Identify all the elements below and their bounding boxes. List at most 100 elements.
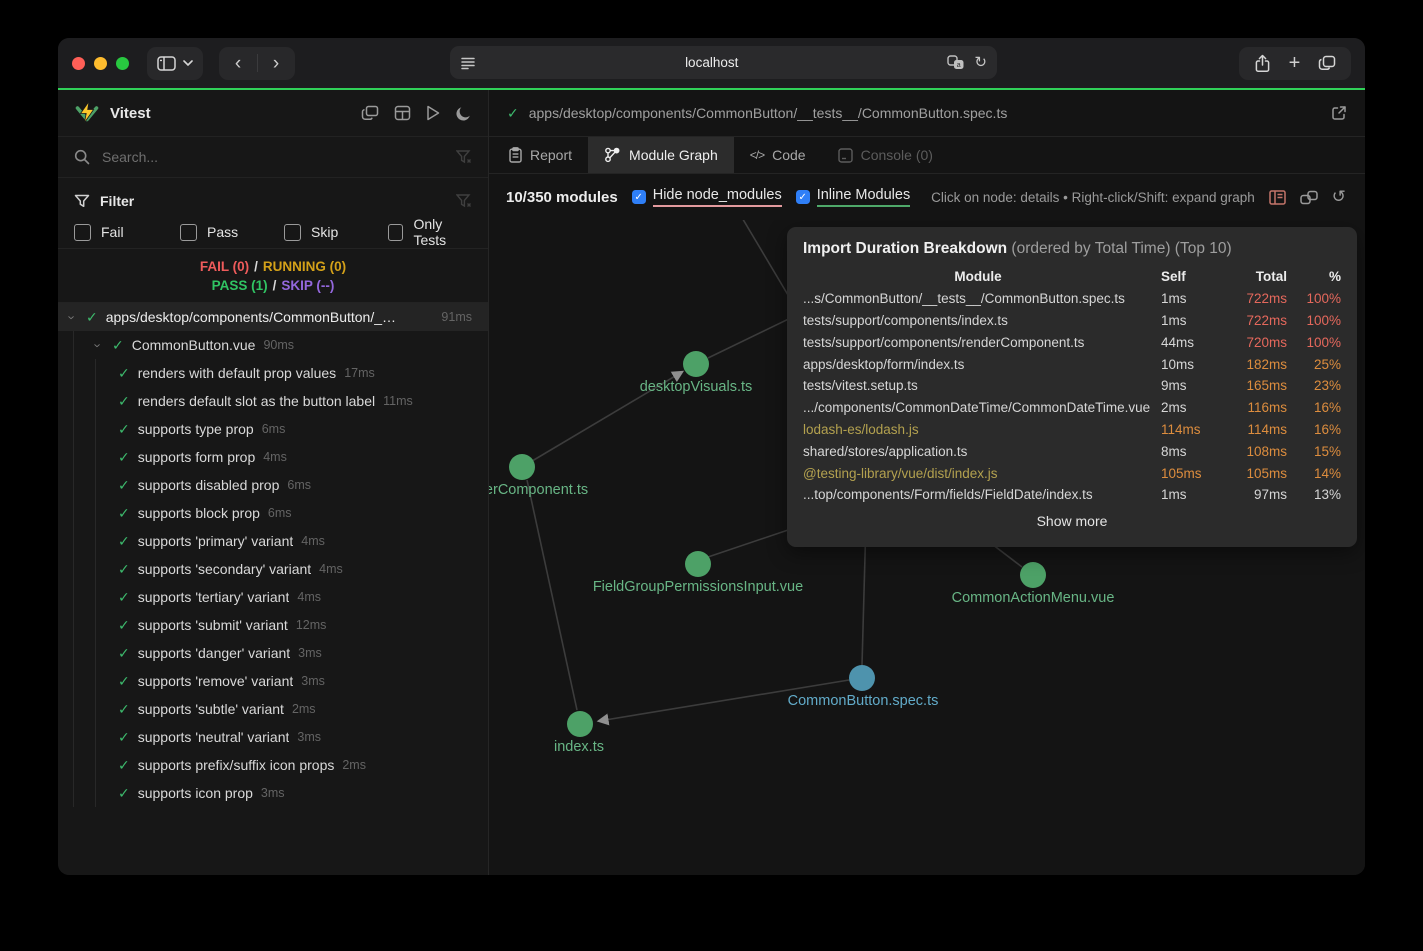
self-time: 1ms	[1161, 313, 1215, 328]
test-case-row[interactable]: ✓ supports 'neutral' variant 3ms	[58, 723, 488, 751]
filter-checkbox[interactable]: Skip	[284, 224, 388, 241]
chevron-down-icon[interactable]: ›	[91, 339, 106, 351]
test-duration: 3ms	[301, 674, 325, 688]
pass-check-icon: ✓	[86, 309, 98, 326]
test-case-row[interactable]: ✓ supports disabled prop 6ms	[58, 471, 488, 499]
total-time: 114ms	[1223, 422, 1287, 437]
tab-module-graph[interactable]: Module Graph	[588, 137, 734, 173]
checkbox-checked[interactable]: ✓	[796, 190, 810, 204]
test-case-row[interactable]: ✓ supports 'danger' variant 3ms	[58, 639, 488, 667]
reader-icon[interactable]	[460, 56, 476, 70]
console-icon	[838, 148, 853, 163]
show-more-button[interactable]: Show more	[803, 513, 1341, 529]
graph-node-label: CommonActionMenu.vue	[952, 590, 1115, 606]
import-duration-row[interactable]: @testing-library/vue/dist/index.js 105ms…	[803, 462, 1341, 484]
checkbox-checked[interactable]: ✓	[632, 190, 646, 204]
graph-node[interactable]	[509, 454, 535, 480]
dark-mode-moon-icon[interactable]	[455, 105, 472, 122]
link-modules-icon[interactable]	[1300, 190, 1318, 205]
import-duration-row[interactable]: shared/stores/application.ts 8ms 108ms 1…	[803, 440, 1341, 462]
filter-section: Filter Fail Pas	[58, 178, 488, 248]
translate-icon[interactable]: a	[947, 55, 965, 70]
chevron-down-icon[interactable]: ›	[65, 311, 80, 323]
address-bar[interactable]: localhost a ↻	[450, 46, 997, 79]
test-case-row[interactable]: ✓ renders default slot as the button lab…	[58, 387, 488, 415]
test-file-row[interactable]: › ✓ apps/desktop/components/CommonButton…	[58, 303, 488, 331]
test-case-row[interactable]: ✓ supports 'tertiary' variant 4ms	[58, 583, 488, 611]
test-case-row[interactable]: ✓ supports 'secondary' variant 4ms	[58, 555, 488, 583]
graph-node[interactable]	[685, 551, 711, 577]
pass-check-icon: ✓	[118, 701, 130, 718]
run-all-icon[interactable]	[426, 105, 440, 121]
graph-node[interactable]	[1020, 562, 1046, 588]
test-case-row[interactable]: ✓ supports block prop 6ms	[58, 499, 488, 527]
filter-checkbox[interactable]: Only Tests	[388, 216, 472, 248]
browser-window: ‹ › localhost a ↻	[58, 38, 1365, 875]
share-icon[interactable]	[1254, 54, 1271, 73]
checkbox-unchecked[interactable]	[284, 224, 301, 241]
graph-node[interactable]	[849, 665, 875, 691]
reload-icon[interactable]: ↻	[974, 55, 987, 70]
test-suite-row[interactable]: › ✓ CommonButton.vue 90ms	[58, 331, 488, 359]
test-case-row[interactable]: ✓ supports 'submit' variant 12ms	[58, 611, 488, 639]
collapse-all-icon[interactable]	[361, 105, 379, 121]
hide-node-modules-toggle[interactable]: ✓ Hide node_modules	[632, 187, 782, 207]
tab-report[interactable]: Report	[493, 137, 588, 173]
legend-book-icon[interactable]	[1269, 190, 1286, 205]
test-case-row[interactable]: ✓ supports form prop 4ms	[58, 443, 488, 471]
search-input[interactable]	[100, 148, 446, 166]
clear-filter-icon[interactable]	[456, 194, 472, 208]
test-case-row[interactable]: ✓ renders with default prop values 17ms	[58, 359, 488, 387]
dashboard-icon[interactable]	[394, 105, 411, 121]
import-duration-row[interactable]: tests/support/components/index.ts 1ms 72…	[803, 310, 1341, 332]
tab-label: Console (0)	[861, 147, 933, 163]
tab-code[interactable]: </> Code	[734, 137, 822, 173]
import-duration-row[interactable]: ...top/components/Form/fields/FieldDate/…	[803, 484, 1341, 506]
module-graph-canvas[interactable]: desktopVisuals.tsrenderComponent.tsField…	[489, 220, 1365, 875]
total-time: 720ms	[1223, 335, 1287, 350]
graph-node[interactable]	[683, 351, 709, 377]
self-time: 44ms	[1161, 335, 1215, 350]
nav-buttons: ‹ ›	[219, 47, 295, 80]
reset-graph-icon[interactable]: ↺	[1332, 187, 1346, 207]
filter-checkbox[interactable]: Pass	[180, 224, 284, 241]
import-duration-row[interactable]: tests/vitest.setup.ts 9ms 165ms 23%	[803, 375, 1341, 397]
import-duration-row[interactable]: tests/support/components/renderComponent…	[803, 331, 1341, 353]
close-window-button[interactable]	[72, 57, 85, 70]
test-case-name: supports block prop	[138, 505, 260, 521]
import-duration-row[interactable]: apps/desktop/form/index.ts 10ms 182ms 25…	[803, 353, 1341, 375]
filter-checkbox[interactable]: Fail	[74, 224, 180, 241]
checkbox-unchecked[interactable]	[388, 224, 403, 241]
test-case-row[interactable]: ✓ supports prefix/suffix icon props 2ms	[58, 751, 488, 779]
clear-search-filter-icon[interactable]	[456, 150, 472, 164]
import-duration-row[interactable]: lodash-es/lodash.js 114ms 114ms 16%	[803, 419, 1341, 441]
test-case-row[interactable]: ✓ supports 'subtle' variant 2ms	[58, 695, 488, 723]
test-case-row[interactable]: ✓ supports icon prop 3ms	[58, 779, 488, 807]
filter-option-label: Skip	[311, 224, 338, 240]
tabs-overview-icon[interactable]	[1318, 55, 1336, 71]
checkbox-unchecked[interactable]	[180, 224, 197, 241]
zoom-window-button[interactable]	[116, 57, 129, 70]
sidebar-toggle-button[interactable]	[147, 47, 203, 80]
forward-button[interactable]: ›	[258, 47, 295, 80]
test-duration: 3ms	[297, 730, 321, 744]
test-case-row[interactable]: ✓ supports type prop 6ms	[58, 415, 488, 443]
vitest-sidebar: Vitest	[58, 90, 489, 875]
panel-title: Import Duration Breakdown (ordered by To…	[803, 240, 1341, 258]
new-tab-button[interactable]: +	[1289, 53, 1301, 73]
tab-console[interactable]: Console (0)	[822, 137, 949, 173]
import-duration-row[interactable]: .../components/CommonDateTime/CommonDate…	[803, 397, 1341, 419]
minimize-window-button[interactable]	[94, 57, 107, 70]
import-duration-row[interactable]: ...s/CommonButton/__tests__/CommonButton…	[803, 288, 1341, 310]
test-case-row[interactable]: ✓ supports 'primary' variant 4ms	[58, 527, 488, 555]
graph-node[interactable]	[567, 711, 593, 737]
test-case-row[interactable]: ✓ supports 'remove' variant 3ms	[58, 667, 488, 695]
back-button[interactable]: ‹	[220, 47, 257, 80]
checkbox-unchecked[interactable]	[74, 224, 91, 241]
inline-modules-toggle[interactable]: ✓ Inline Modules	[796, 187, 911, 207]
vitest-logo-icon	[74, 100, 100, 126]
module-name: ...top/components/Form/fields/FieldDate/…	[803, 487, 1153, 502]
open-external-icon[interactable]	[1331, 105, 1347, 121]
column-percent: %	[1295, 269, 1341, 284]
percent: 100%	[1295, 291, 1341, 306]
